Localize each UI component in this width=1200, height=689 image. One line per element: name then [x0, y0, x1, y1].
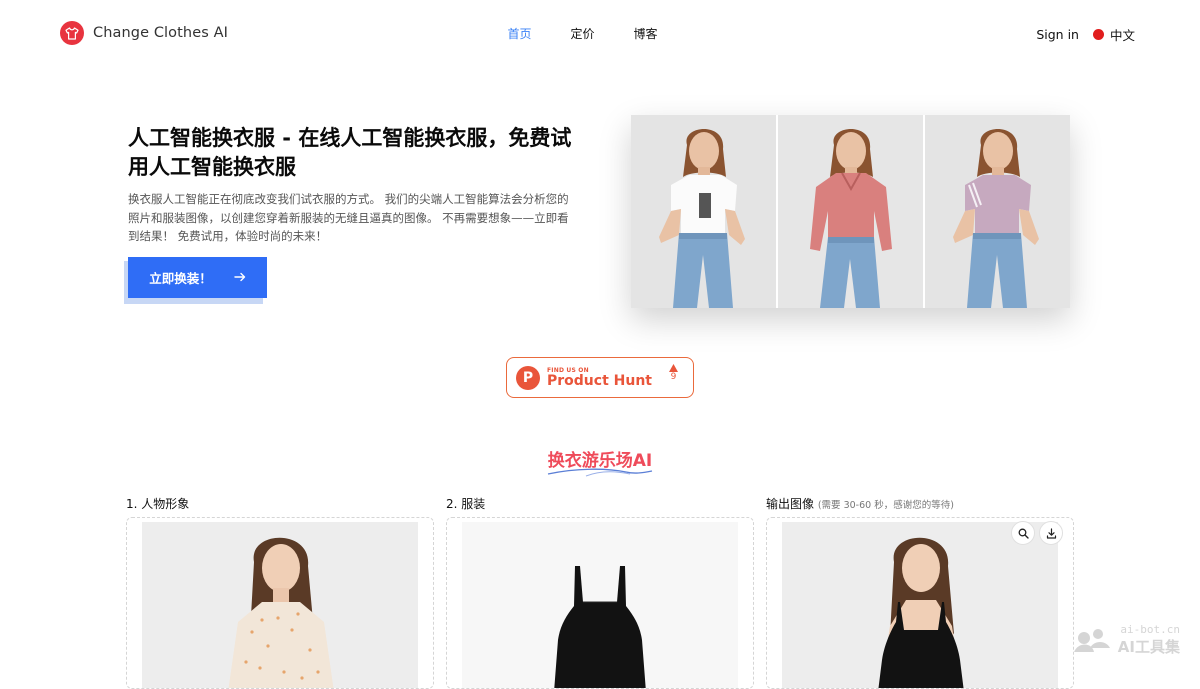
model-photo-lilac-tshirt	[925, 115, 1070, 308]
flag-icon	[1092, 29, 1104, 40]
sign-in-link[interactable]: Sign in	[1036, 27, 1079, 42]
nav-link-home[interactable]: 首页	[488, 25, 551, 42]
arrow-right-icon	[234, 271, 246, 285]
watermark-logo-icon	[1073, 629, 1110, 652]
brand-name: Change Clothes AI	[93, 25, 229, 41]
cta-container: 立即换装！	[124, 257, 267, 304]
try-on-label: 立即换装！	[149, 272, 212, 286]
download-icon	[1046, 527, 1056, 539]
title-underline-icon	[547, 468, 653, 477]
output-image-panel	[766, 517, 1074, 689]
nav-right: Sign in 中文	[1036, 25, 1135, 44]
nav-links: 首页 定价 博客	[488, 25, 677, 42]
zoom-button[interactable]	[1011, 521, 1035, 545]
language-label: 中文	[1109, 28, 1135, 43]
product-hunt-vote-count: 9	[670, 372, 677, 382]
nav-link-pricing[interactable]: 定价	[551, 25, 614, 42]
watermark-text: ai-bot.cn AI工具集	[1118, 623, 1180, 657]
garment-image-panel[interactable]	[446, 517, 754, 689]
hero-title: 人工智能换衣服 - 在线人工智能换衣服，免费试用人工智能换衣服	[128, 126, 572, 179]
product-hunt-votes: 9	[669, 364, 678, 382]
output-column-label: 输出图像 (需要 30-60 秒，感谢您的等待)	[766, 495, 954, 512]
hero-description: 换衣服人工智能正在彻底改变我们试衣服的方式。 我们的尖端人工智能算法会分析您的照…	[128, 192, 569, 243]
person-label-text: 1. 人物形象	[126, 497, 190, 511]
download-button[interactable]	[1039, 521, 1063, 545]
tshirt-icon	[60, 21, 84, 45]
person-image	[142, 522, 418, 688]
product-hunt-icon: P	[516, 365, 540, 390]
hero-model-collage	[631, 115, 1070, 308]
output-label-text: 输出图像	[766, 497, 815, 511]
output-image	[782, 522, 1058, 688]
try-on-button[interactable]: 立即换装！	[128, 257, 267, 298]
brand-logo[interactable]: Change Clothes AI	[60, 21, 228, 45]
watermark-line1: ai-bot.cn	[1120, 623, 1180, 636]
language-selector[interactable]: 中文	[1092, 25, 1135, 44]
garment-image	[462, 522, 738, 688]
nav-link-blog[interactable]: 博客	[614, 25, 677, 42]
watermark: ai-bot.cn AI工具集	[1072, 623, 1180, 657]
product-hunt-name: Product Hunt	[547, 372, 652, 389]
product-hunt-badge[interactable]: P FIND US ON Product Hunt 9	[506, 357, 694, 398]
person-column-label: 1. 人物形象	[126, 495, 189, 512]
garment-column-label: 2. 服装	[446, 495, 485, 512]
product-hunt-text: FIND US ON Product Hunt	[547, 367, 652, 389]
watermark-line2: AI工具集	[1117, 638, 1180, 656]
model-photo-white-tshirt	[631, 115, 776, 308]
output-wait-note: (需要 30-60 秒，感谢您的等待)	[817, 500, 954, 511]
model-photo-pink-blouse	[778, 115, 923, 308]
top-nav: Change Clothes AI 首页 定价 博客 Sign in 中文	[0, 0, 1200, 66]
garment-label-text: 2. 服装	[446, 497, 486, 511]
upvote-triangle-icon	[669, 364, 678, 372]
person-image-panel[interactable]	[126, 517, 434, 689]
search-icon	[1018, 528, 1029, 539]
